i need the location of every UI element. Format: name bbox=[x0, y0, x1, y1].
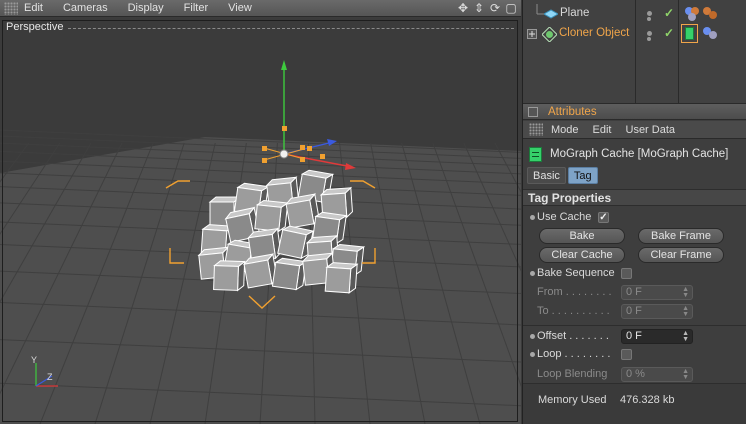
loop-label: Loop . . . . . . . . bbox=[537, 348, 611, 360]
tab-basic[interactable]: Basic bbox=[527, 167, 566, 184]
clone-cube bbox=[271, 257, 308, 291]
clone-cube bbox=[324, 262, 359, 294]
object-name-cloner[interactable]: Cloner Object bbox=[559, 27, 629, 39]
mograph-cache-tag-icon[interactable] bbox=[681, 24, 698, 43]
material-tag-icon bbox=[685, 7, 699, 21]
attributes-menubar: Mode Edit User Data bbox=[523, 121, 746, 139]
to-field[interactable]: 0 F ▲ ▼ bbox=[621, 304, 693, 319]
memory-status: Memory Used 476.328 kb bbox=[523, 383, 746, 424]
bake-button[interactable]: Bake bbox=[539, 228, 625, 244]
tag-header: MoGraph Cache [MoGraph Cache] bbox=[523, 144, 746, 166]
render-dot-icon[interactable] bbox=[647, 37, 651, 41]
from-row: From . . . . . . . . 0 F ▲ ▼ bbox=[523, 284, 746, 302]
keyframe-dot-icon[interactable] bbox=[530, 271, 535, 276]
spinner-icon: ▲ ▼ bbox=[682, 368, 689, 381]
viewport-camera-label: Perspective bbox=[6, 21, 64, 33]
bake-frame-button[interactable]: Bake Frame bbox=[638, 228, 724, 244]
keyframe-dot-icon[interactable] bbox=[530, 352, 535, 357]
spinner-icon: ▲ ▼ bbox=[682, 286, 689, 299]
menu-cameras[interactable]: Cameras bbox=[63, 2, 108, 14]
use-cache-checkbox[interactable]: ✓ bbox=[598, 212, 609, 223]
spinner-icon: ▲ ▼ bbox=[682, 330, 689, 343]
memory-value: 476.328 kb bbox=[620, 394, 675, 406]
clone-cube bbox=[213, 260, 246, 292]
clear-cache-button[interactable]: Clear Cache bbox=[539, 247, 625, 263]
use-cache-label: Use Cache bbox=[537, 211, 592, 223]
bake-sequence-row: Bake Sequence bbox=[523, 265, 746, 283]
zoom-view-icon[interactable]: ⇕ bbox=[473, 1, 485, 15]
viewport-menubar: Edit Cameras Display Filter View ✥ ⇕ ⟳ ▢ bbox=[0, 0, 521, 17]
loop-blending-field[interactable]: 0 % ▲ ▼ bbox=[621, 367, 693, 382]
menu-mode[interactable]: Mode bbox=[551, 124, 579, 136]
offset-field[interactable]: 0 F ▲ ▼ bbox=[621, 329, 693, 344]
object-row-plane[interactable]: Plane ✓ bbox=[523, 4, 746, 24]
clear-frame-button[interactable]: Clear Frame bbox=[638, 247, 724, 263]
move-view-icon[interactable]: ✥ bbox=[457, 1, 469, 15]
viewport-nav-icons: ✥ ⇕ ⟳ ▢ bbox=[457, 1, 517, 15]
grip-icon[interactable] bbox=[4, 1, 18, 15]
from-field[interactable]: 0 F ▲ ▼ bbox=[621, 285, 693, 300]
loop-blending-row: Loop Blending 0 % ▲ ▼ bbox=[523, 366, 746, 384]
object-manager[interactable]: Plane ✓ Cloner Object ✓ bbox=[522, 0, 746, 103]
attributes-panel[interactable]: Attributes Mode Edit User Data MoGraph C… bbox=[522, 103, 746, 424]
hierarchy-line-icon bbox=[536, 4, 545, 15]
material-tag-icon-2 bbox=[703, 7, 717, 19]
keyframe-dot-icon[interactable] bbox=[530, 215, 535, 220]
loop-checkbox[interactable] bbox=[621, 349, 632, 360]
tab-tag[interactable]: Tag bbox=[567, 167, 598, 184]
expand-plus-icon[interactable] bbox=[527, 29, 537, 39]
keyframe-dot-icon[interactable] bbox=[530, 334, 535, 339]
viewport-panel[interactable]: Edit Cameras Display Filter View ✥ ⇕ ⟳ ▢ bbox=[0, 0, 521, 424]
bake-sequence-checkbox[interactable] bbox=[621, 268, 632, 279]
visibility-dot-icon[interactable] bbox=[647, 31, 652, 36]
menu-display[interactable]: Display bbox=[128, 2, 164, 14]
bake-sequence-label: Bake Sequence bbox=[537, 267, 615, 279]
object-row-cloner[interactable]: Cloner Object ✓ bbox=[523, 24, 746, 44]
from-label: From . . . . . . . . bbox=[537, 286, 612, 298]
render-dot-icon[interactable] bbox=[647, 17, 651, 21]
attribute-tabs: Basic Tag bbox=[527, 167, 598, 184]
clone-cube bbox=[254, 199, 290, 233]
attributes-titlebar: Attributes bbox=[523, 103, 746, 120]
mograph-cache-icon bbox=[529, 147, 542, 162]
menu-edit[interactable]: Edit bbox=[24, 2, 43, 14]
axis-y-label: Y bbox=[31, 355, 37, 365]
menu-user-data[interactable]: User Data bbox=[626, 124, 676, 136]
attributes-title: Attributes bbox=[548, 106, 597, 118]
loop-row: Loop . . . . . . . . bbox=[523, 346, 746, 364]
menu-edit-attr[interactable]: Edit bbox=[593, 124, 612, 136]
rotate-view-icon[interactable]: ⟳ bbox=[489, 1, 501, 15]
offset-label: Offset . . . . . . . bbox=[537, 330, 609, 342]
use-cache-row: Use Cache ✓ bbox=[523, 209, 746, 227]
visibility-dot-icon[interactable] bbox=[647, 11, 652, 16]
maximize-view-icon[interactable]: ▢ bbox=[505, 1, 517, 15]
panel-toggle-icon[interactable] bbox=[528, 107, 538, 117]
section-header: Tag Properties bbox=[523, 189, 746, 206]
menu-filter[interactable]: Filter bbox=[184, 2, 208, 14]
spinner-icon: ▲ ▼ bbox=[682, 305, 689, 318]
cloner-icon bbox=[542, 27, 557, 42]
loop-blending-label: Loop Blending bbox=[537, 368, 608, 380]
plane-icon bbox=[544, 9, 558, 19]
offset-row: Offset . . . . . . . 0 F ▲ ▼ bbox=[523, 328, 746, 346]
menu-view[interactable]: View bbox=[228, 2, 252, 14]
enabled-check-icon[interactable]: ✓ bbox=[664, 27, 674, 39]
memory-label: Memory Used bbox=[538, 394, 607, 406]
tag-title: MoGraph Cache [MoGraph Cache] bbox=[550, 148, 729, 160]
to-label: To . . . . . . . . . . bbox=[537, 305, 610, 317]
grip-icon[interactable] bbox=[529, 123, 543, 136]
viewport-scene[interactable]: Y Z bbox=[0, 18, 521, 424]
enabled-check-icon[interactable]: ✓ bbox=[664, 7, 674, 19]
material-tag-icon-3 bbox=[703, 27, 717, 39]
object-name-plane[interactable]: Plane bbox=[560, 7, 589, 19]
axis-z-label: Z bbox=[47, 372, 53, 382]
section-title: Tag Properties bbox=[528, 191, 612, 205]
to-row: To . . . . . . . . . . 0 F ▲ ▼ bbox=[523, 303, 746, 321]
